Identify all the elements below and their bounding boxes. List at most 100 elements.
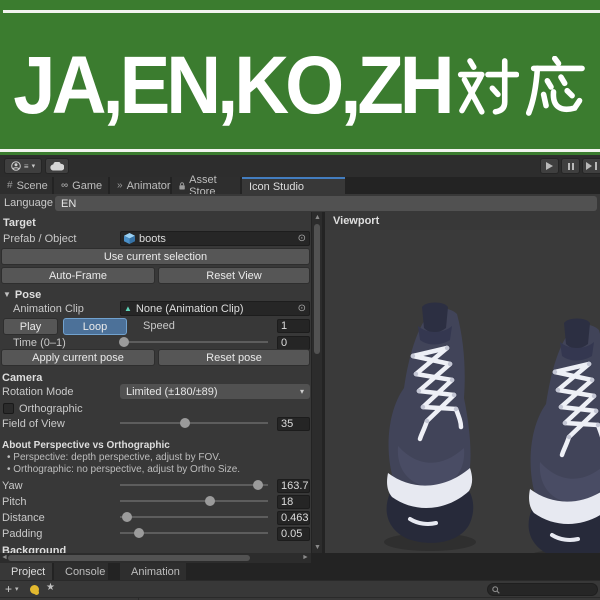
- prefab-cube-icon: [124, 233, 135, 244]
- banner: JA,EN,KO,ZH: [0, 0, 600, 155]
- chevron-down-icon: ▾: [299, 387, 304, 396]
- language-row: Language EN: [0, 194, 600, 212]
- button-label: Use current selection: [103, 250, 208, 263]
- cloud-button[interactable]: [45, 158, 69, 174]
- slider-handle[interactable]: [252, 480, 263, 490]
- scroll-right-icon[interactable]: ►: [302, 554, 309, 561]
- tab-label: Icon Studio: [249, 180, 305, 193]
- tab-console[interactable]: Console: [54, 563, 108, 580]
- layers-icon: ≡: [23, 161, 29, 171]
- slider-handle[interactable]: [134, 528, 145, 538]
- tab-icon-studio[interactable]: Icon Studio: [242, 177, 345, 194]
- slider-track: [120, 422, 268, 424]
- tab-project[interactable]: Project: [0, 563, 52, 580]
- left-panel-hscrollbar[interactable]: ◄ ►: [0, 553, 311, 563]
- pitch-value-field[interactable]: 18: [277, 495, 310, 509]
- slider-handle[interactable]: [119, 337, 130, 347]
- reset-pose-button[interactable]: Reset pose: [158, 349, 310, 366]
- language-dropdown[interactable]: EN: [55, 196, 597, 211]
- button-label: Apply current pose: [32, 351, 124, 364]
- about-bullet-1: • Perspective: depth perspective, adjust…: [7, 452, 221, 463]
- tab-label: Game: [72, 179, 103, 192]
- language-value: EN: [61, 197, 77, 210]
- step-bar-icon: [595, 162, 597, 170]
- field-value: 0: [281, 337, 288, 349]
- speed-value-field[interactable]: 1: [277, 319, 310, 333]
- pause-button[interactable]: [561, 158, 580, 174]
- language-label: Language: [4, 197, 53, 209]
- kanji-ou-icon: [525, 56, 585, 116]
- object-picker-icon[interactable]: ⊙: [298, 233, 306, 244]
- package-visibility-icon[interactable]: [30, 585, 39, 594]
- account-menu-button[interactable]: ≡ ▾: [4, 158, 42, 174]
- orthographic-checkbox[interactable]: [3, 403, 14, 414]
- hscroll-thumb[interactable]: [8, 555, 250, 561]
- play-pose-button[interactable]: Play: [3, 318, 58, 335]
- field-value: 35: [281, 418, 294, 430]
- object-picker-icon[interactable]: ⊙: [298, 303, 306, 314]
- rotation-mode-dropdown[interactable]: Limited (±180/±89) ▾: [120, 384, 310, 399]
- field-value: 1: [281, 320, 288, 332]
- play-icon: [546, 162, 553, 170]
- apply-current-pose-button[interactable]: Apply current pose: [1, 349, 155, 366]
- field-of-view-slider[interactable]: [120, 416, 268, 430]
- animation-clip-value: None (Animation Clip): [135, 302, 244, 315]
- slider-handle[interactable]: [205, 496, 216, 506]
- left-panel-vscrollbar[interactable]: ▲ ▼: [311, 212, 322, 553]
- time-value-field[interactable]: 0: [277, 336, 310, 350]
- chevron-down-icon[interactable]: ▾: [15, 585, 19, 593]
- screenshot-root: JA,EN,KO,ZH ≡ ▾ # Scene ∞ Game » Animato…: [0, 0, 600, 600]
- boots-3d-render: [325, 230, 600, 553]
- hscroll-row: ◄ ►: [0, 553, 600, 563]
- slider-handle[interactable]: [122, 512, 133, 522]
- button-label: Reset View: [206, 269, 262, 282]
- play-button[interactable]: [540, 158, 559, 174]
- tab-game[interactable]: ∞ Game: [54, 177, 108, 194]
- prefab-object-field[interactable]: boots ⊙: [120, 231, 310, 246]
- create-add-button[interactable]: +: [5, 582, 12, 596]
- scroll-up-icon[interactable]: ▲: [314, 214, 321, 221]
- editor-tab-bar: # Scene ∞ Game » Animator Asset Store Ic…: [0, 174, 600, 198]
- tab-scene[interactable]: # Scene: [0, 177, 52, 194]
- field-of-view-value-field[interactable]: 35: [277, 417, 310, 431]
- tab-asset-store[interactable]: Asset Store: [172, 174, 240, 198]
- distance-slider[interactable]: [120, 510, 268, 524]
- search-field[interactable]: [487, 583, 598, 596]
- pitch-slider[interactable]: [120, 494, 268, 508]
- asset-store-lock-icon: [179, 181, 185, 189]
- vscroll-thumb[interactable]: [314, 224, 320, 354]
- favorites-star-icon[interactable]: ★: [46, 582, 55, 593]
- step-button[interactable]: [582, 158, 600, 174]
- padding-slider[interactable]: [120, 526, 268, 540]
- animation-clip-field[interactable]: ▲ None (Animation Clip) ⊙: [120, 301, 310, 316]
- distance-value-field[interactable]: 0.4639: [277, 511, 310, 525]
- step-icon: [586, 162, 592, 170]
- tab-label: Animator: [126, 179, 171, 192]
- tab-label: Scene: [16, 179, 48, 192]
- icon-studio-panel: Target Prefab / Object boots ⊙ Use curre…: [0, 212, 311, 553]
- banner-bottom-line: [0, 149, 600, 152]
- use-current-selection-button[interactable]: Use current selection: [1, 248, 310, 265]
- target-heading: Target: [3, 216, 36, 229]
- scroll-left-icon[interactable]: ◄: [1, 554, 8, 561]
- field-of-view-label: Field of View: [2, 417, 65, 430]
- scroll-down-icon[interactable]: ▼: [314, 544, 321, 551]
- banner-top-line: [3, 10, 600, 13]
- padding-value-field[interactable]: 0.05: [277, 527, 310, 541]
- slider-track: [120, 341, 268, 343]
- pose-foldout-icon[interactable]: ▼: [3, 290, 11, 299]
- viewport-3d-canvas[interactable]: [325, 230, 600, 553]
- reset-view-button[interactable]: Reset View: [158, 267, 310, 284]
- yaw-value-field[interactable]: 163.75: [277, 479, 310, 493]
- slider-track: [120, 484, 268, 486]
- banner-title: JA,EN,KO,ZH: [0, 30, 600, 140]
- yaw-slider[interactable]: [120, 478, 268, 492]
- slider-handle[interactable]: [180, 418, 191, 428]
- tab-animation[interactable]: Animation: [120, 563, 186, 580]
- about-bullet-2: • Orthographic: no perspective, adjust b…: [7, 464, 241, 475]
- chevron-down-icon: ▾: [31, 163, 36, 170]
- auto-frame-button[interactable]: Auto-Frame: [1, 267, 155, 284]
- loop-toggle-button[interactable]: Loop: [63, 318, 127, 335]
- time-slider[interactable]: [119, 335, 268, 349]
- tab-animator[interactable]: » Animator: [110, 177, 171, 194]
